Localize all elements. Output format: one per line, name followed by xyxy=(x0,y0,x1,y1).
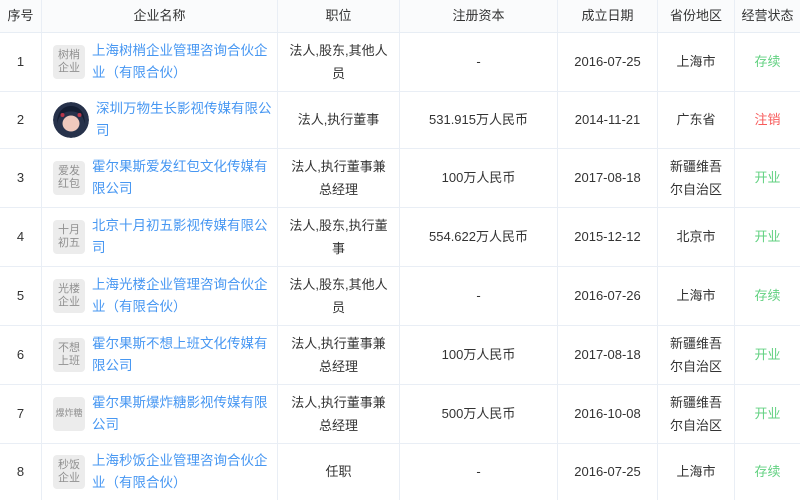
status-badge: 开业 xyxy=(754,343,780,366)
row-index: 3 xyxy=(0,149,42,207)
company-name-link[interactable]: 上海光楼企业管理咨询合伙企业（有限合伙） xyxy=(92,274,273,318)
table-body: 1 树梢企业 上海树梢企业管理咨询合伙企业（有限合伙） 法人,股东,其他人员 -… xyxy=(0,33,800,500)
status-badge: 开业 xyxy=(754,402,780,425)
capital-cell: - xyxy=(400,267,558,325)
company-logo[interactable]: 十月初五 xyxy=(53,220,85,254)
company-name-cell: 光楼企业 上海光楼企业管理咨询合伙企业（有限合伙） xyxy=(42,267,278,325)
status-badge: 开业 xyxy=(754,166,780,189)
date-cell: 2017-08-18 xyxy=(558,326,658,384)
status-badge: 开业 xyxy=(754,225,780,248)
region-cell: 上海市 xyxy=(658,444,735,500)
table-row: 5 光楼企业 上海光楼企业管理咨询合伙企业（有限合伙） 法人,股东,其他人员 -… xyxy=(0,267,800,326)
position-cell: 法人,执行董事兼总经理 xyxy=(278,385,400,443)
company-logo[interactable]: 树梢企业 xyxy=(53,45,85,79)
status-badge: 存续 xyxy=(754,460,780,483)
region-cell: 新疆维吾尔自治区 xyxy=(658,149,735,207)
status-cell: 存续 xyxy=(735,444,800,500)
company-logo[interactable]: 光楼企业 xyxy=(53,279,85,313)
company-name-cell: 深圳万物生长影视传媒有限公司 xyxy=(42,92,278,148)
table-row: 7 爆炸糖 霍尔果斯爆炸糖影视传媒有限公司 法人,执行董事兼总经理 500万人民… xyxy=(0,385,800,444)
avatar-illustration xyxy=(53,102,89,138)
column-header-name: 企业名称 xyxy=(42,0,278,32)
status-cell: 存续 xyxy=(735,267,800,325)
column-header-date: 成立日期 xyxy=(558,0,658,32)
capital-cell: 100万人民币 xyxy=(400,149,558,207)
table-row: 2 深圳万物生长影视传媒有限公司 法人,执行董事 531.915万人民币 201… xyxy=(0,92,800,149)
region-cell: 上海市 xyxy=(658,267,735,325)
row-index: 1 xyxy=(0,33,42,91)
position-cell: 法人,股东,执行董事 xyxy=(278,208,400,266)
region-cell: 新疆维吾尔自治区 xyxy=(658,385,735,443)
company-name-cell: 不想上班 霍尔果斯不想上班文化传媒有限公司 xyxy=(42,326,278,384)
capital-cell: 554.622万人民币 xyxy=(400,208,558,266)
position-cell: 法人,股东,其他人员 xyxy=(278,267,400,325)
table-row: 4 十月初五 北京十月初五影视传媒有限公司 法人,股东,执行董事 554.622… xyxy=(0,208,800,267)
position-cell: 法人,股东,其他人员 xyxy=(278,33,400,91)
position-cell: 法人,执行董事兼总经理 xyxy=(278,326,400,384)
row-index: 4 xyxy=(0,208,42,266)
status-cell: 开业 xyxy=(735,385,800,443)
date-cell: 2016-07-25 xyxy=(558,444,658,500)
company-name-link[interactable]: 深圳万物生长影视传媒有限公司 xyxy=(96,98,273,142)
company-logo[interactable]: 爱发红包 xyxy=(53,161,85,195)
capital-cell: - xyxy=(400,444,558,500)
company-name-cell: 十月初五 北京十月初五影视传媒有限公司 xyxy=(42,208,278,266)
row-index: 6 xyxy=(0,326,42,384)
date-cell: 2015-12-12 xyxy=(558,208,658,266)
company-name-cell: 树梢企业 上海树梢企业管理咨询合伙企业（有限合伙） xyxy=(42,33,278,91)
company-name-cell: 爱发红包 霍尔果斯爱发红包文化传媒有限公司 xyxy=(42,149,278,207)
table-row: 3 爱发红包 霍尔果斯爱发红包文化传媒有限公司 法人,执行董事兼总经理 100万… xyxy=(0,149,800,208)
date-cell: 2016-07-26 xyxy=(558,267,658,325)
company-name-link[interactable]: 霍尔果斯不想上班文化传媒有限公司 xyxy=(92,333,273,377)
company-name-link[interactable]: 上海树梢企业管理咨询合伙企业（有限合伙） xyxy=(92,40,273,84)
status-badge: 存续 xyxy=(754,284,780,307)
column-header-region: 省份地区 xyxy=(658,0,735,32)
capital-cell: 100万人民币 xyxy=(400,326,558,384)
row-index: 8 xyxy=(0,444,42,500)
date-cell: 2016-10-08 xyxy=(558,385,658,443)
status-cell: 开业 xyxy=(735,208,800,266)
company-logo[interactable]: 秒饭企业 xyxy=(53,455,85,489)
table-row: 6 不想上班 霍尔果斯不想上班文化传媒有限公司 法人,执行董事兼总经理 100万… xyxy=(0,326,800,385)
column-header-status: 经营状态 xyxy=(735,0,800,32)
status-cell: 开业 xyxy=(735,149,800,207)
company-affiliations-table: 序号 企业名称 职位 注册资本 成立日期 省份地区 经营状态 1 树梢企业 上海… xyxy=(0,0,800,500)
company-logo-image[interactable] xyxy=(53,102,89,138)
position-cell: 任职 xyxy=(278,444,400,500)
table-row: 1 树梢企业 上海树梢企业管理咨询合伙企业（有限合伙） 法人,股东,其他人员 -… xyxy=(0,33,800,92)
row-index: 2 xyxy=(0,92,42,148)
region-cell: 广东省 xyxy=(658,92,735,148)
company-name-link[interactable]: 上海秒饭企业管理咨询合伙企业（有限合伙） xyxy=(92,450,273,494)
capital-cell: 500万人民币 xyxy=(400,385,558,443)
column-header-index: 序号 xyxy=(0,0,42,32)
company-name-link[interactable]: 北京十月初五影视传媒有限公司 xyxy=(92,215,273,259)
column-header-capital: 注册资本 xyxy=(400,0,558,32)
date-cell: 2014-11-21 xyxy=(558,92,658,148)
region-cell: 上海市 xyxy=(658,33,735,91)
row-index: 7 xyxy=(0,385,42,443)
row-index: 5 xyxy=(0,267,42,325)
company-name-cell: 爆炸糖 霍尔果斯爆炸糖影视传媒有限公司 xyxy=(42,385,278,443)
status-cell: 注销 xyxy=(735,92,800,148)
status-badge: 存续 xyxy=(754,50,780,73)
date-cell: 2017-08-18 xyxy=(558,149,658,207)
status-badge: 注销 xyxy=(754,108,780,131)
position-cell: 法人,执行董事 xyxy=(278,92,400,148)
column-header-position: 职位 xyxy=(278,0,400,32)
table-row: 8 秒饭企业 上海秒饭企业管理咨询合伙企业（有限合伙） 任职 - 2016-07… xyxy=(0,444,800,500)
status-cell: 开业 xyxy=(735,326,800,384)
status-cell: 存续 xyxy=(735,33,800,91)
capital-cell: - xyxy=(400,33,558,91)
company-logo[interactable]: 爆炸糖 xyxy=(53,397,85,431)
capital-cell: 531.915万人民币 xyxy=(400,92,558,148)
region-cell: 新疆维吾尔自治区 xyxy=(658,326,735,384)
company-logo[interactable]: 不想上班 xyxy=(53,338,85,372)
company-name-link[interactable]: 霍尔果斯爱发红包文化传媒有限公司 xyxy=(92,156,273,200)
date-cell: 2016-07-25 xyxy=(558,33,658,91)
company-name-cell: 秒饭企业 上海秒饭企业管理咨询合伙企业（有限合伙） xyxy=(42,444,278,500)
company-name-link[interactable]: 霍尔果斯爆炸糖影视传媒有限公司 xyxy=(92,392,273,436)
position-cell: 法人,执行董事兼总经理 xyxy=(278,149,400,207)
table-header-row: 序号 企业名称 职位 注册资本 成立日期 省份地区 经营状态 xyxy=(0,0,800,33)
region-cell: 北京市 xyxy=(658,208,735,266)
